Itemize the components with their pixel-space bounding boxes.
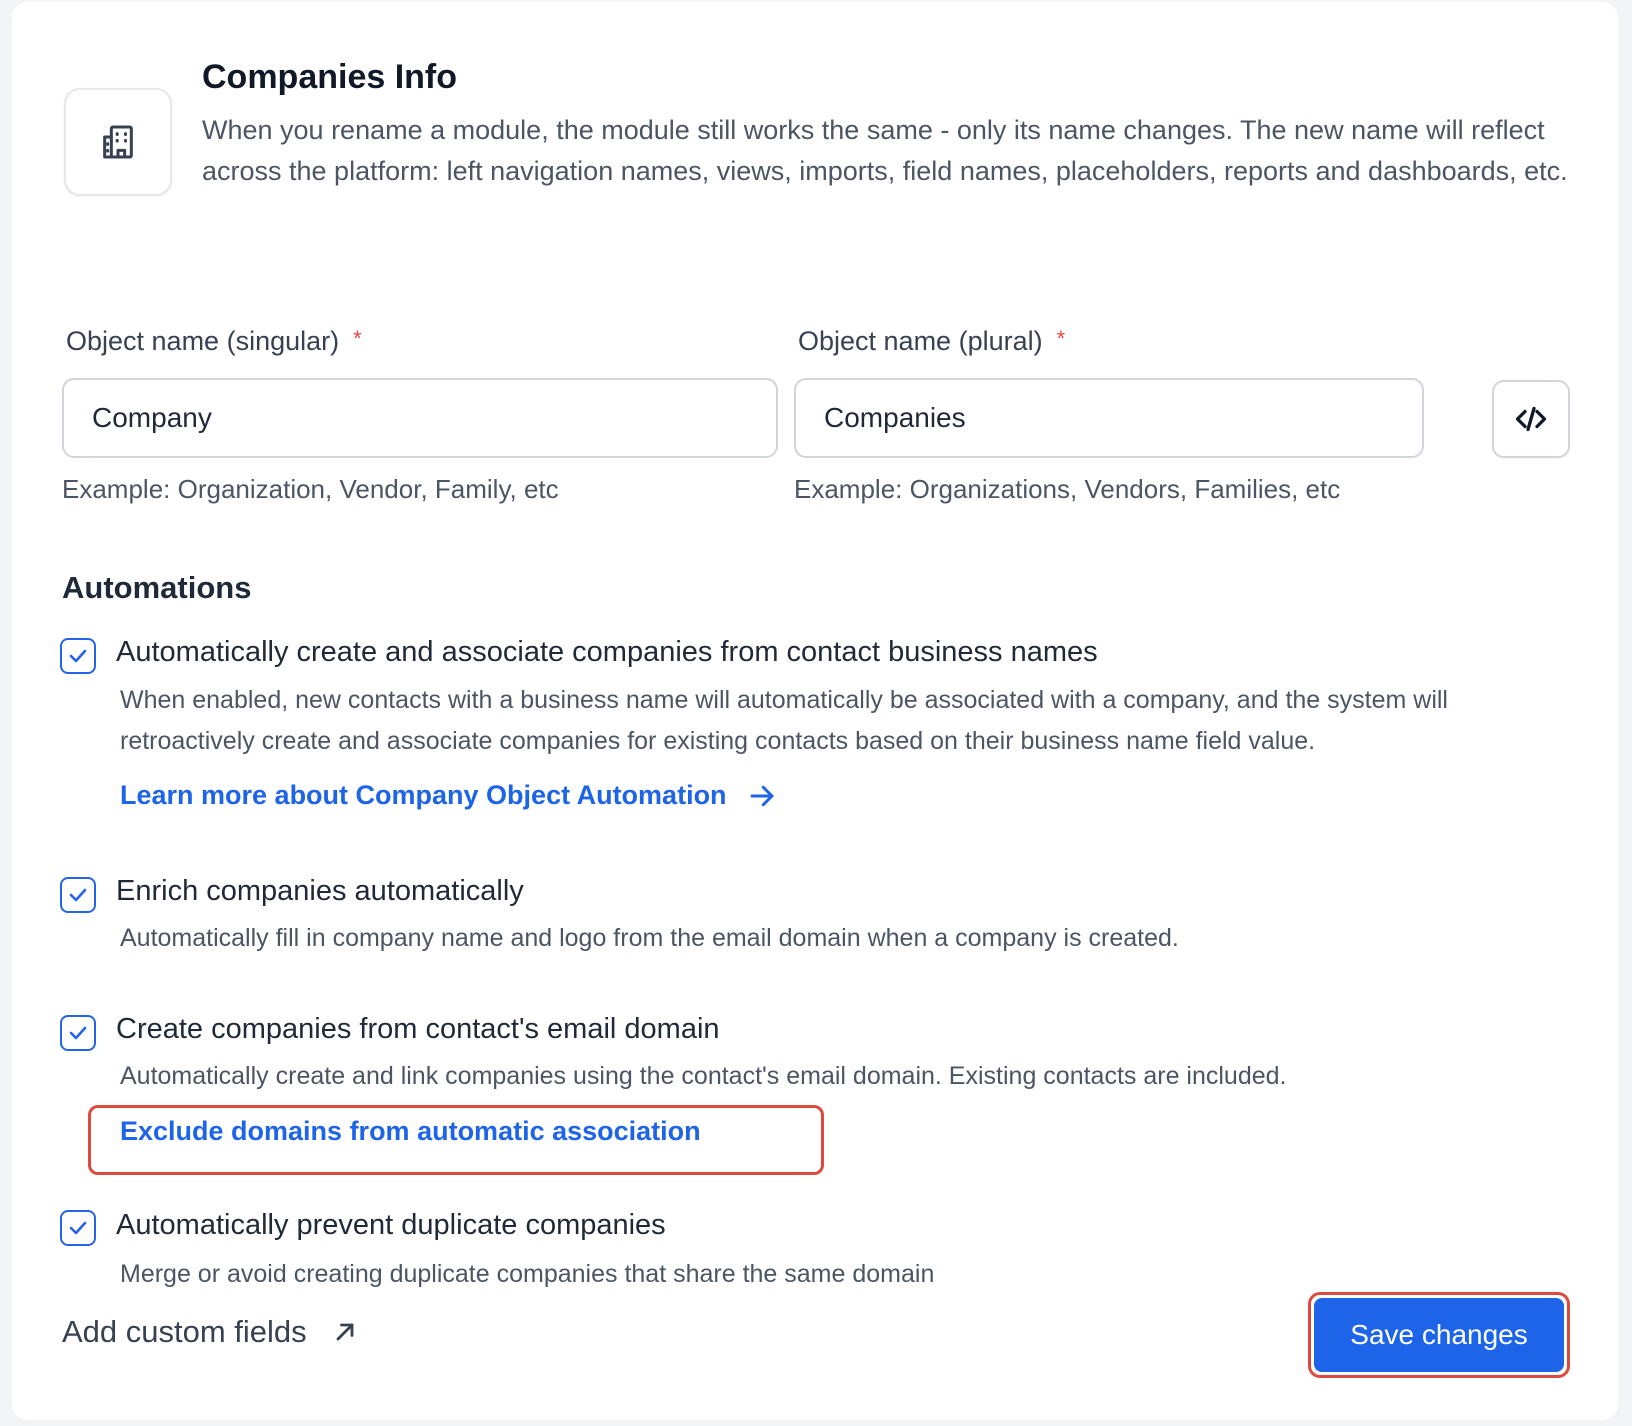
check-icon	[69, 1221, 87, 1235]
automations-title: Automations	[62, 570, 252, 605]
add-custom-fields-link[interactable]: Add custom fields	[62, 1314, 359, 1350]
required-mark: *	[353, 326, 362, 351]
option-title: Automatically create and associate compa…	[116, 636, 1098, 668]
checkbox-prevent-duplicates[interactable]	[60, 1210, 96, 1246]
option-description: Automatically fill in company name and l…	[120, 924, 1179, 952]
plural-name-input[interactable]	[794, 378, 1424, 458]
arrow-right-icon	[750, 785, 774, 806]
learn-more-link[interactable]: Learn more about Company Object Automati…	[120, 780, 777, 811]
checkbox-auto-create-from-business-name[interactable]	[60, 638, 96, 674]
option-description: Automatically create and link companies …	[120, 1062, 1287, 1090]
page-description: When you rename a module, the module sti…	[202, 115, 1568, 186]
add-custom-fields-text: Add custom fields	[62, 1314, 307, 1349]
singular-name-label-text: Object name (singular)	[66, 326, 340, 356]
option-description: Merge or avoid creating duplicate compan…	[120, 1260, 935, 1288]
singular-name-hint: Example: Organization, Vendor, Family, e…	[62, 474, 559, 504]
external-arrow-icon	[336, 1323, 354, 1341]
option-title: Enrich companies automatically	[116, 875, 524, 907]
check-icon	[69, 888, 87, 902]
code-icon	[1515, 406, 1547, 432]
required-mark: *	[1056, 326, 1066, 351]
plural-name-label-text: Object name (plural)	[798, 326, 1043, 356]
companies-info-card: Companies Info When you rename a module,…	[12, 2, 1618, 1420]
option-title: Automatically prevent duplicate companie…	[116, 1209, 666, 1241]
check-icon	[69, 649, 87, 663]
checkbox-enrich-companies[interactable]	[60, 877, 96, 913]
plural-name-hint: Example: Organizations, Vendors, Familie…	[794, 474, 1341, 504]
page-title: Companies Info	[202, 58, 458, 96]
code-button[interactable]	[1492, 380, 1570, 458]
plural-name-label: Object name (plural) *	[798, 326, 1065, 357]
singular-name-label: Object name (singular) *	[66, 326, 362, 357]
check-icon	[69, 1026, 87, 1040]
exclude-domains-link[interactable]: Exclude domains from automatic associati…	[120, 1116, 701, 1147]
learn-more-link-text: Learn more about Company Object Automati…	[120, 780, 727, 810]
option-description: When enabled, new contacts with a busine…	[120, 686, 1448, 755]
checkbox-create-from-email-domain[interactable]	[60, 1015, 96, 1051]
building-icon	[64, 88, 172, 196]
option-title: Create companies from contact's email do…	[116, 1013, 720, 1045]
singular-name-input[interactable]	[62, 378, 778, 458]
save-changes-button[interactable]: Save changes	[1314, 1298, 1564, 1372]
